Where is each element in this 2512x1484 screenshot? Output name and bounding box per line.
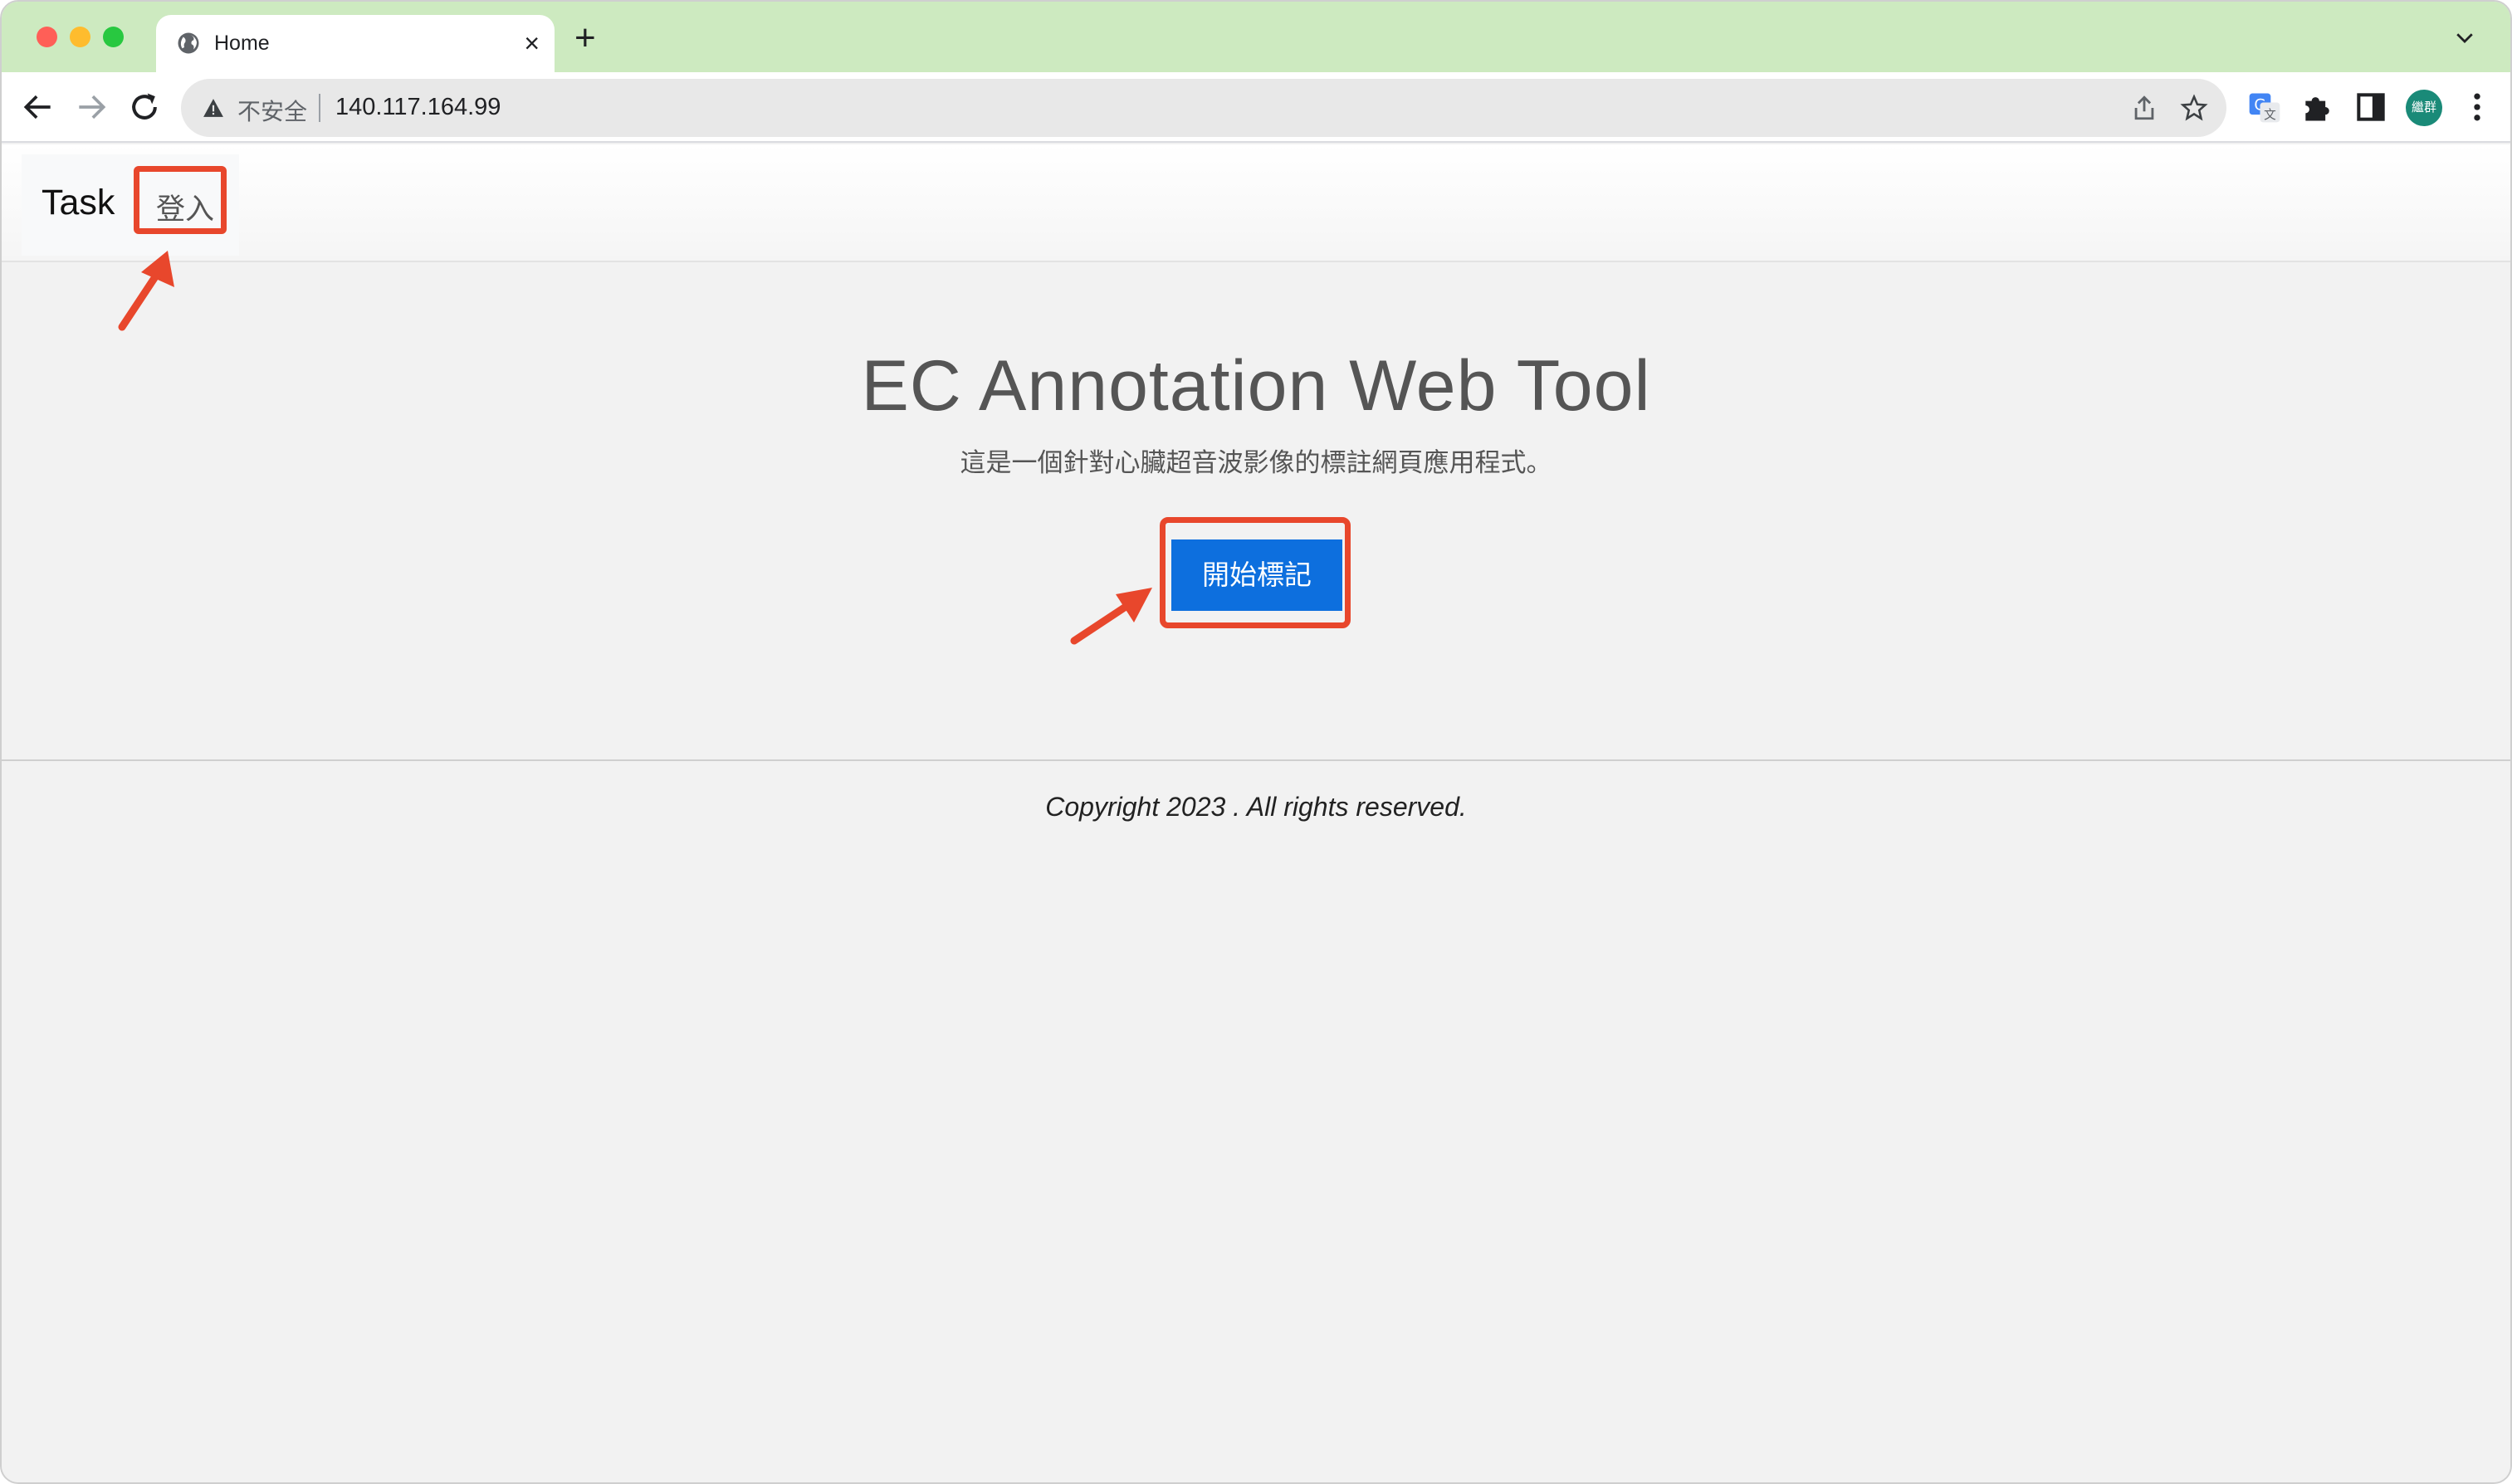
page-subtitle: 這是一個針對心臟超音波影像的標註網頁應用程式。 — [960, 448, 1552, 477]
bookmark-star-icon[interactable] — [2180, 94, 2208, 122]
tab-close-icon[interactable]: × — [524, 27, 540, 60]
reload-icon[interactable] — [126, 89, 163, 125]
login-highlight-box — [134, 166, 227, 234]
tab-home[interactable]: Home × — [156, 15, 555, 72]
maximize-window-button[interactable] — [103, 27, 124, 47]
tab-strip: Home × + — [2, 2, 2510, 72]
back-arrow-icon[interactable] — [20, 89, 56, 125]
new-tab-button[interactable]: + — [574, 20, 596, 56]
site-navbar: Task 登入 — [2, 144, 2510, 262]
site-brand[interactable]: Task — [42, 183, 115, 223]
translate-icon[interactable]: G 文 — [2246, 89, 2283, 125]
more-menu-icon[interactable] — [2459, 89, 2495, 125]
start-annotation-button[interactable]: 開始標記 — [1171, 539, 1342, 611]
browser-toolbar: 不安全 140.117.164.99 G 文 繼群 — [2, 72, 2510, 143]
start-pointer-arrow — [1070, 588, 1152, 645]
address-bar[interactable]: 不安全 140.117.164.99 — [181, 79, 2226, 137]
copyright-text: Copyright 2023 . All rights reserved. — [1045, 792, 1467, 822]
minimize-window-button[interactable] — [70, 27, 90, 47]
warning-icon — [203, 99, 223, 117]
profile-avatar[interactable]: 繼群 — [2406, 90, 2442, 126]
web-page: Task 登入 EC Annotation Web Tool 這是一個針對心臟超… — [2, 144, 2510, 1482]
share-icon[interactable] — [2130, 94, 2158, 122]
chevron-down-icon[interactable] — [2452, 25, 2477, 50]
security-status[interactable]: 不安全 — [237, 94, 307, 127]
side-panel-icon[interactable] — [2353, 89, 2389, 125]
globe-icon — [178, 32, 199, 54]
close-window-button[interactable] — [37, 27, 57, 47]
login-pointer-arrow — [118, 251, 174, 331]
address-separator — [319, 94, 320, 122]
svg-text:文: 文 — [2264, 108, 2276, 122]
browser-window: Home × + 不安全 140.117.164.99 文 繼群 Task 登入… — [0, 0, 2512, 1484]
footer-divider — [2, 759, 2510, 761]
extensions-puzzle-icon[interactable] — [2299, 89, 2336, 125]
forward-arrow-icon[interactable] — [73, 89, 110, 125]
page-title: EC Annotation Web Tool — [861, 346, 1651, 426]
url-text[interactable]: 140.117.164.99 — [335, 94, 501, 121]
tab-title: Home — [214, 32, 270, 55]
